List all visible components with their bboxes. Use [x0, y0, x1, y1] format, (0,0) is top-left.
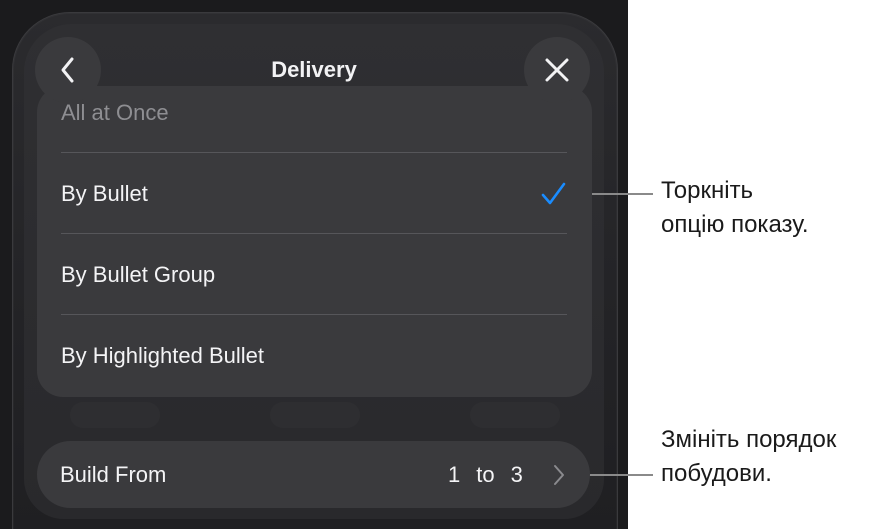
build-range-separator: to [476, 461, 495, 487]
callout-text: Торкніть [661, 177, 754, 204]
option-all-at-once[interactable]: All at Once [61, 86, 567, 153]
delivery-options-list: All at Once By Bullet By Bullet Group By… [37, 86, 592, 397]
callout-text: опцію показу. [661, 211, 809, 238]
build-range: 1 to 3 [448, 462, 523, 488]
build-from-button[interactable]: Build From 1 to 3 [37, 441, 590, 508]
option-by-bullet-group[interactable]: By Bullet Group [61, 234, 567, 315]
back-button[interactable] [35, 37, 101, 103]
obscured-control [470, 402, 560, 428]
device-screen: Delivery All at Once By Bullet By Bullet… [0, 0, 628, 529]
chevron-left-icon [61, 57, 74, 83]
obscured-control [270, 402, 360, 428]
callout-text: побудови. [661, 460, 772, 487]
option-label: By Highlighted Bullet [61, 342, 265, 368]
obscured-control [70, 402, 160, 428]
option-label: By Bullet [61, 180, 148, 206]
option-label: By Bullet Group [61, 261, 216, 287]
build-range-start: 1 [448, 461, 461, 487]
screenshot-stage: Delivery All at Once By Bullet By Bullet… [0, 0, 891, 529]
build-range-end: 3 [510, 461, 523, 487]
option-by-highlighted-bullet[interactable]: By Highlighted Bullet [61, 315, 567, 396]
option-label: All at Once [61, 99, 169, 125]
sheet-title: Delivery [271, 57, 357, 82]
callout-option: Торкніть опцію показу. [661, 174, 809, 242]
checkmark-icon [541, 182, 566, 204]
callout-order: Змініть порядок побудови. [661, 423, 836, 491]
callout-text: Змініть порядок [661, 426, 837, 453]
close-icon [545, 58, 569, 82]
option-by-bullet[interactable]: By Bullet [61, 153, 567, 234]
close-button[interactable] [524, 37, 590, 103]
chevron-right-icon [554, 464, 564, 485]
build-from-label: Build From [60, 461, 167, 487]
